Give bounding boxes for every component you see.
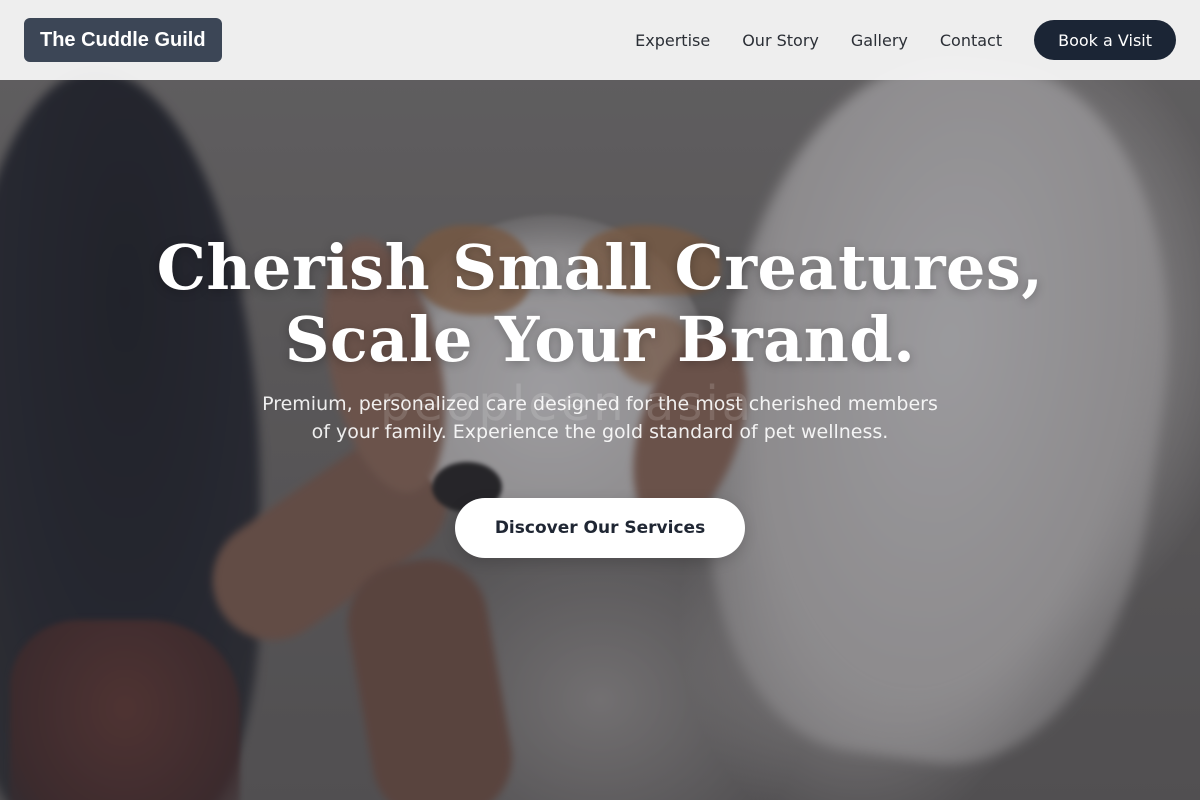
- hero-title-line: Scale Your Brand.: [284, 303, 916, 376]
- discover-services-button[interactable]: Discover Our Services: [454, 498, 746, 558]
- hero-subtitle-line: of your family. Experience the gold stan…: [311, 421, 889, 443]
- nav-link-contact[interactable]: Contact: [940, 31, 1002, 50]
- hero-subtitle-line: Premium, personalized care designed for …: [262, 393, 938, 415]
- nav-link-expertise[interactable]: Expertise: [635, 31, 710, 50]
- main-nav: Expertise Our Story Gallery Contact Book…: [635, 20, 1176, 60]
- hero-title-line: Cherish Small Creatures,: [156, 231, 1044, 304]
- brand-logo[interactable]: The Cuddle Guild: [24, 18, 222, 62]
- hero-title: Cherish Small Creatures, Scale Your Bran…: [0, 232, 1200, 376]
- nav-link-gallery[interactable]: Gallery: [851, 31, 908, 50]
- book-visit-button[interactable]: Book a Visit: [1034, 20, 1176, 60]
- nav-link-our-story[interactable]: Our Story: [742, 31, 819, 50]
- hero-content: Cherish Small Creatures, Scale Your Bran…: [0, 232, 1200, 558]
- site-header: The Cuddle Guild Expertise Our Story Gal…: [0, 0, 1200, 80]
- hero-subtitle: Premium, personalized care designed for …: [250, 390, 950, 446]
